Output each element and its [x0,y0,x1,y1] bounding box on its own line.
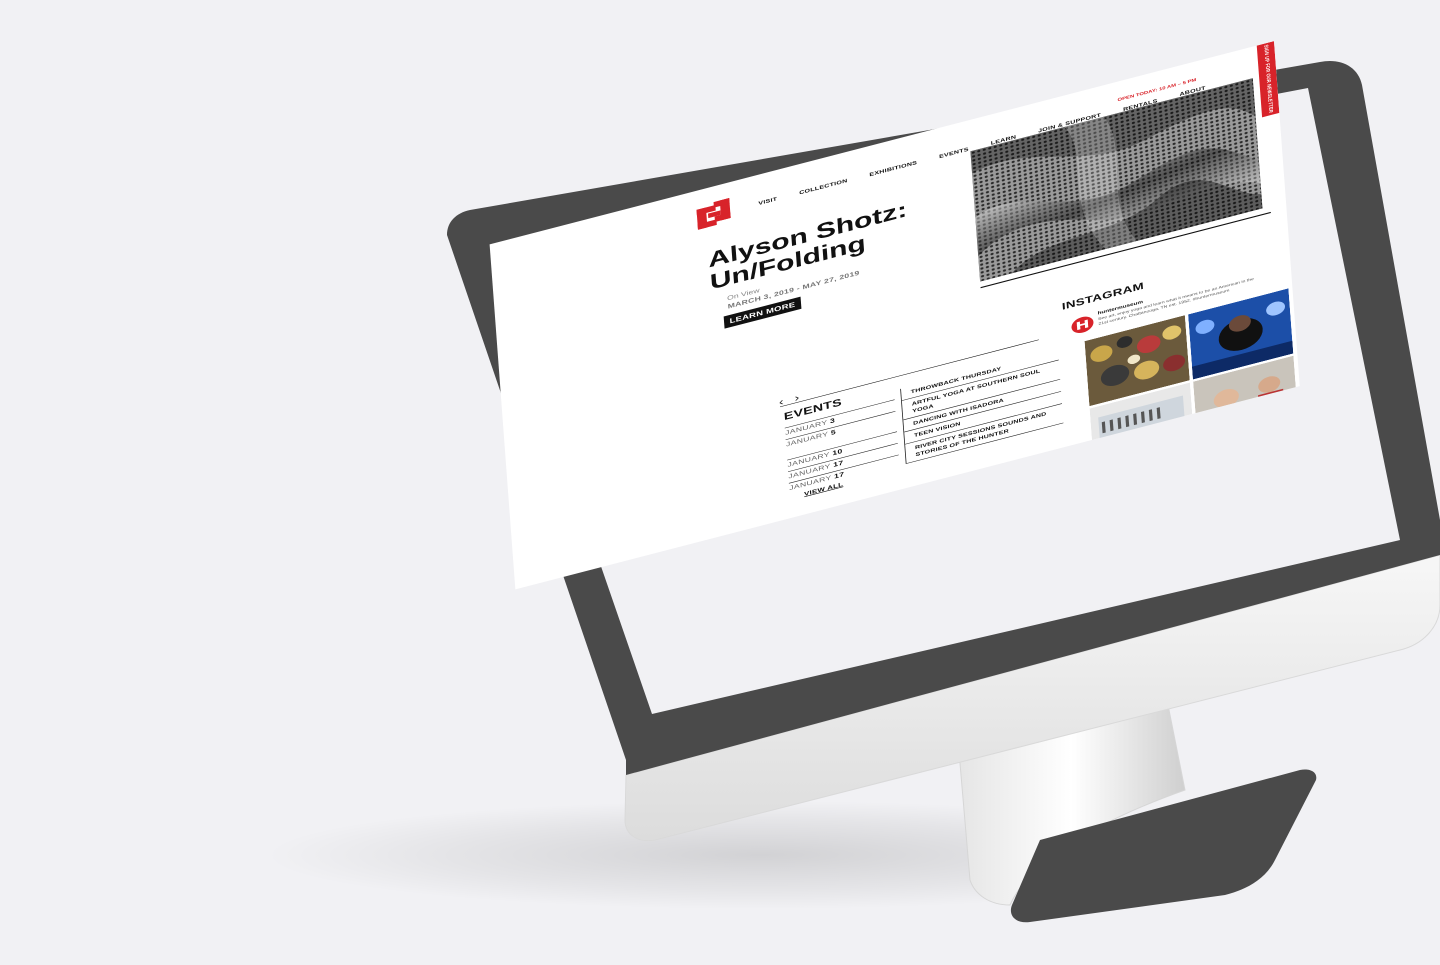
mockup-scene: VISIT COLLECTION EXHIBITIONS EVENTS LEAR… [0,0,1440,965]
museum-logo[interactable] [696,196,739,231]
event-titles-column: THROWBACK THURSDAY ARTFUL YOGA AT SOUTHE… [900,348,1064,465]
nav-exhibitions[interactable]: EXHIBITIONS [869,160,917,178]
nav-visit[interactable]: VISIT [758,196,777,206]
instagram-avatar[interactable] [1070,314,1095,336]
nav-events[interactable]: EVENTS [939,146,969,159]
nav-collection[interactable]: COLLECTION [799,178,848,196]
newsletter-label: SIGN UP FOR OUR NEWSLETTER [1262,44,1274,114]
